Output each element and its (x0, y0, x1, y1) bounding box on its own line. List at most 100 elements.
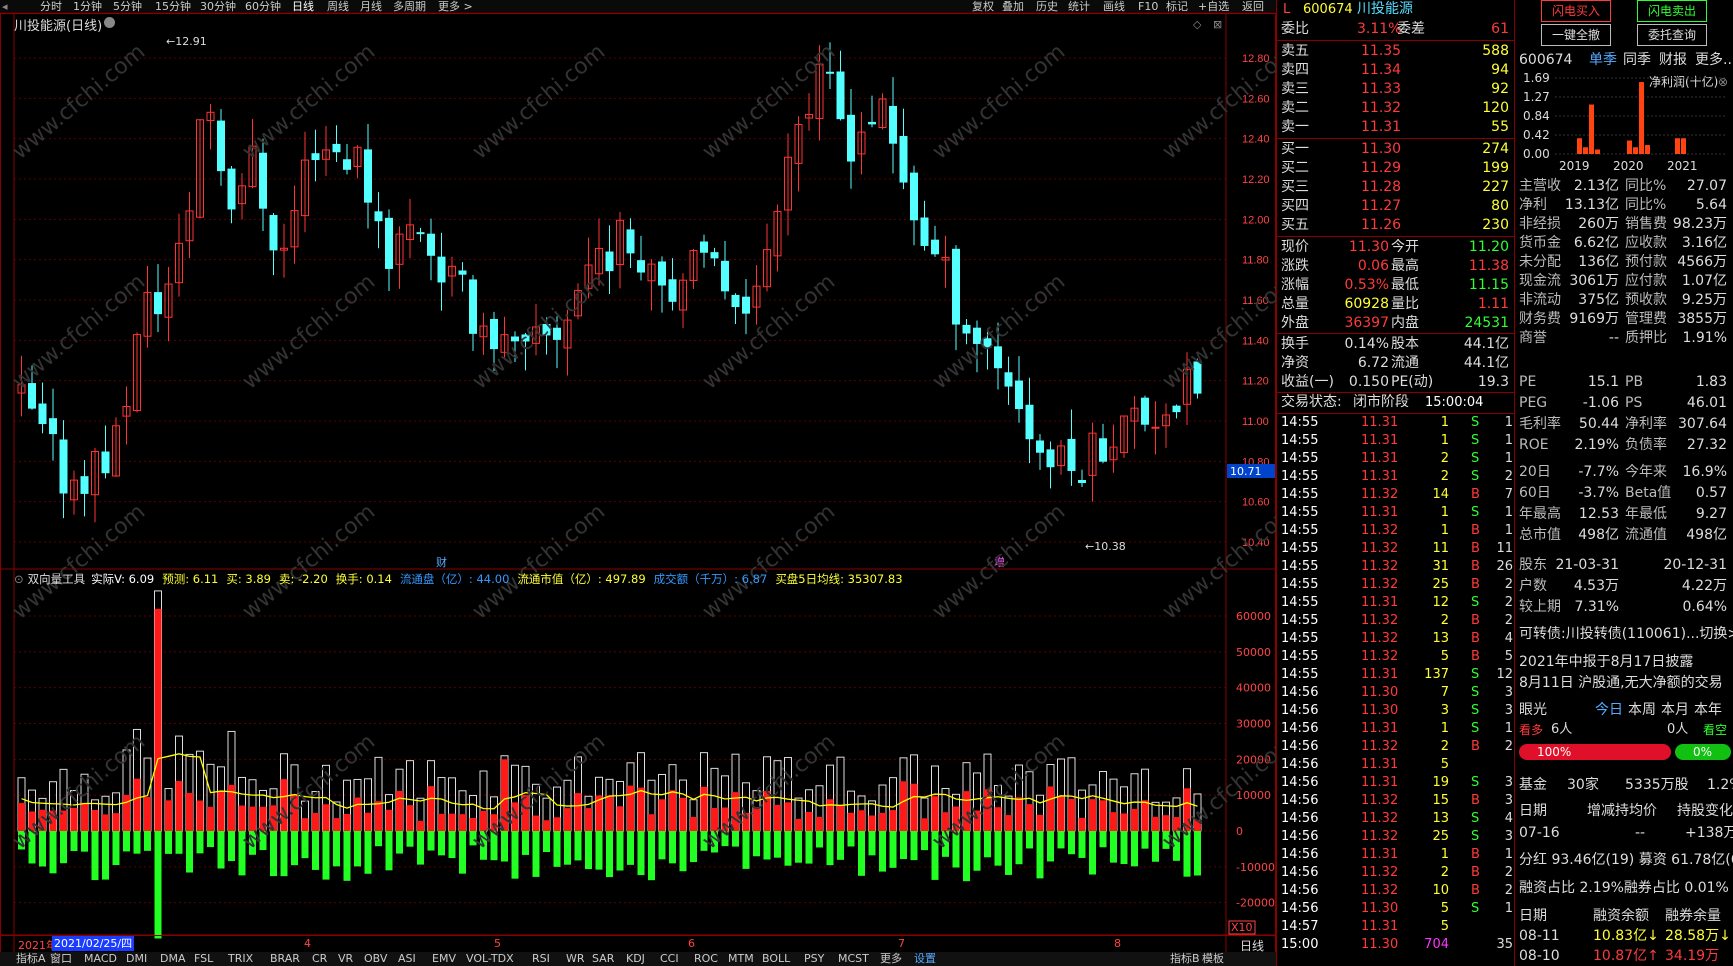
bottom-right-1[interactable]: 模板 (1202, 952, 1224, 966)
flash-sell-button[interactable]: 闪电卖出 (1637, 0, 1707, 22)
profit-bar (1681, 138, 1686, 154)
indicator-tab-rsi[interactable]: RSI (532, 952, 550, 966)
indicator-tab-mcst[interactable]: MCST (838, 952, 869, 966)
indicator-tab-psy[interactable]: PSY (804, 952, 824, 966)
indicator-name[interactable]: 双向量工具 (28, 572, 86, 586)
indicator-item-8: 买盘5日均线: 35307.83 (775, 572, 903, 586)
indicator-tab-kdj[interactable]: KDJ (626, 952, 645, 966)
indicator-tab-更多[interactable]: 更多 (880, 952, 902, 966)
f10-tab-0[interactable]: 600674 (1519, 50, 1572, 70)
indicator-tab-设置[interactable]: 设置 (914, 952, 936, 966)
indicator-tab-obv[interactable]: OBV (364, 952, 387, 966)
eye-tab-3[interactable]: 本年 (1694, 700, 1722, 720)
diamond-icon[interactable]: ◇ (1193, 18, 1202, 31)
vol-tick: 0 (1236, 825, 1243, 838)
settings-icon[interactable] (104, 17, 115, 28)
indicator-tab-mtm[interactable]: MTM (728, 952, 754, 966)
tick-vol: 25 (1432, 577, 1449, 592)
vol-buy-bar (375, 801, 382, 831)
indicator-tab-macd[interactable]: MACD (84, 952, 117, 966)
vol-buy-bar (1099, 800, 1107, 831)
valuation-value: 2.19% (1574, 437, 1619, 453)
tick-count: 7 (1504, 487, 1513, 502)
cancel-all-button[interactable]: 一键全撤 (1541, 24, 1611, 46)
indicator-tab-sar[interactable]: SAR (592, 952, 614, 966)
vol-buy-bar (543, 820, 550, 831)
indicator-tab-asi[interactable]: ASI (398, 952, 416, 966)
vol-sell-bar (102, 831, 109, 880)
indicator-tab-brar[interactable]: BRAR (270, 952, 300, 966)
tick-side: S (1471, 721, 1480, 736)
flash-buy-button[interactable]: 闪电买入 (1541, 0, 1611, 22)
weicha-label: 委差 (1397, 21, 1425, 37)
news-2[interactable]: 8月11日 沪股通,无大净额的交易 (1519, 673, 1723, 693)
indicator-tab-指标a[interactable]: 指标A (16, 952, 46, 966)
f10-tab-3[interactable]: 财报 (1659, 50, 1687, 70)
perf-value: 498亿 (1686, 527, 1727, 543)
eye-tab-0[interactable]: 今日 (1595, 700, 1623, 720)
news-1[interactable]: 2021年中报于8月17日披露 (1519, 652, 1693, 672)
f10-tab-4[interactable]: 更多.. (1695, 50, 1732, 70)
tick-time: 14:56 (1281, 721, 1319, 736)
f10-tab-2[interactable]: 同季 (1623, 50, 1651, 70)
indicator-tab-窗口[interactable]: 窗口 (50, 952, 72, 966)
tick-price: 11.30 (1361, 685, 1399, 700)
vol-sell-bar (406, 831, 414, 847)
indicator-tab-roc[interactable]: ROC (694, 952, 718, 966)
indicator-tab-dmi[interactable]: DMI (126, 952, 147, 966)
indicator-item-0: 实际V: 6.09 (91, 572, 155, 586)
vol-sell-bar (763, 831, 771, 860)
vol-sell-bar (354, 831, 361, 867)
tick-vol: 13 (1432, 811, 1449, 826)
indicator-tab-vr[interactable]: VR (338, 952, 353, 966)
fin-label: 非流动 (1519, 292, 1561, 308)
indicator-tab-wr[interactable]: WR (566, 952, 585, 966)
eye-tab-1[interactable]: 本周 (1628, 700, 1656, 720)
order-query-button[interactable]: 委托查询 (1637, 24, 1707, 46)
profit-y-tick: 0.42 (1523, 128, 1550, 142)
eye-tab-2[interactable]: 本月 (1661, 700, 1689, 720)
watermark: www.cfchi.com (468, 499, 610, 624)
indicator-tab-fsl[interactable]: FSL (194, 952, 213, 966)
vol-buy-bar (217, 791, 225, 831)
vol-buy-bar (921, 818, 928, 831)
candle-body (889, 105, 897, 144)
indicator-tab-dma[interactable]: DMA (160, 952, 186, 966)
kline-chart[interactable]: 12.8012.6012.4012.2012.0011.8011.6011.40… (0, 0, 1276, 966)
candle-body (931, 239, 939, 255)
level-vol: 230 (1482, 217, 1509, 233)
fin-label: 主营收 (1519, 178, 1561, 194)
indicator-tab-cr[interactable]: CR (312, 952, 327, 966)
indicator-tab-boll[interactable]: BOLL (762, 952, 790, 966)
tick-price: 11.31 (1361, 667, 1399, 682)
indicator-tab-cci[interactable]: CCI (660, 952, 679, 966)
level-price: 11.35 (1361, 43, 1402, 59)
bottom-right-0[interactable]: 指标B (1170, 952, 1200, 966)
stock-code: 600674 (1303, 2, 1353, 17)
vol-sell-bar (448, 831, 456, 859)
fin-label: 预收款 (1625, 292, 1667, 308)
tick-time: 14:55 (1281, 649, 1319, 664)
indicator-tab-vol-tdx[interactable]: VOL-TDX (466, 952, 514, 966)
buy-level-4: 买四 11.27 80 (1277, 197, 1515, 216)
tick-count: 3 (1504, 775, 1513, 790)
indicator-tab-emv[interactable]: EMV (432, 952, 456, 966)
f10-tab-1[interactable]: 单季 (1589, 50, 1617, 70)
close-pane-icon[interactable]: ⊠ (1213, 18, 1222, 31)
fin-value: 3061万 (1569, 273, 1619, 289)
convertible-bond[interactable]: 可转债:川投转债(110061)...切换> (1519, 624, 1733, 644)
marker-cai[interactable]: 财 (436, 555, 447, 569)
tick-price: 11.32 (1361, 577, 1399, 592)
indicator-item-5: 流通盘（亿）: 44.00 (399, 572, 510, 586)
vol-buy-bar (133, 778, 141, 831)
indicator-settings-icon[interactable]: ⊙ (14, 572, 24, 586)
cursor-date: 2021/02/25/四 (52, 936, 135, 951)
tick-row: 14:55 11.31 1 S 1 (1277, 414, 1515, 432)
indicator-tab-trix[interactable]: TRIX (228, 952, 253, 966)
stat-row: 外盘 36397 内盘 24531 (1277, 314, 1515, 333)
tick-price: 11.32 (1361, 649, 1399, 664)
perf-label: 年最高 (1519, 506, 1561, 522)
holder-value: 0.64% (1682, 599, 1727, 615)
vol-buy-bar (207, 806, 214, 831)
tick-count: 1 (1504, 523, 1513, 538)
